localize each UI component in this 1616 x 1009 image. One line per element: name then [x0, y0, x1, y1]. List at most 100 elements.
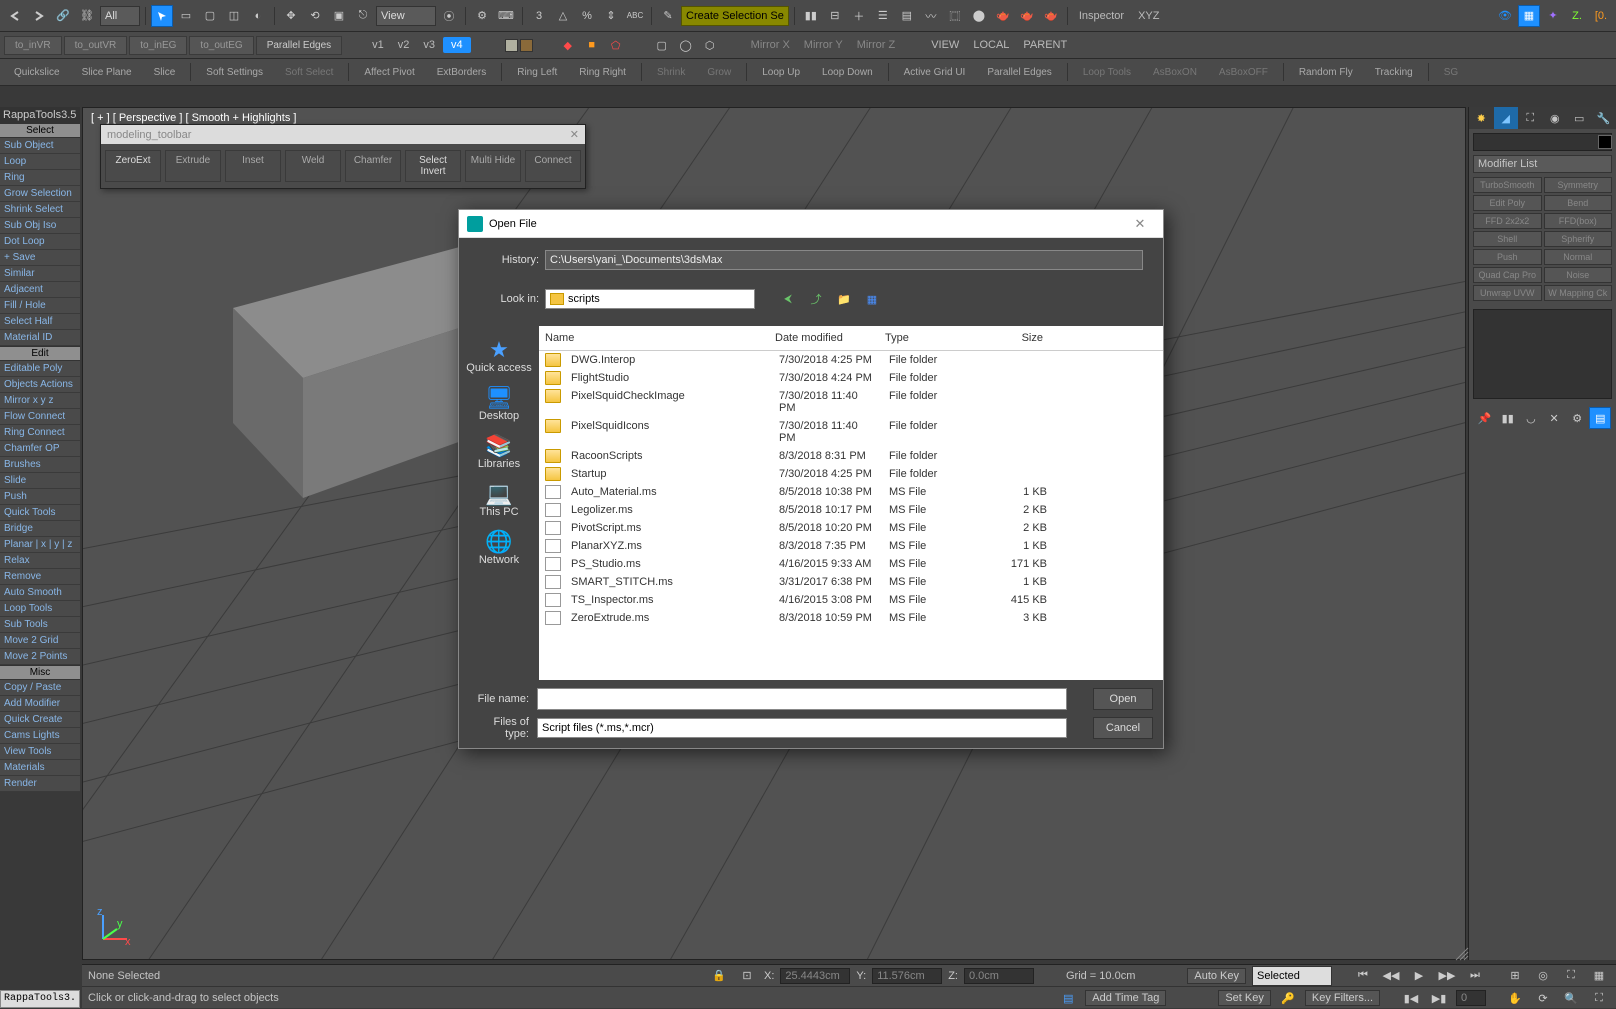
redo-icon[interactable] [28, 5, 50, 27]
material-id-button[interactable]: Material ID [0, 330, 80, 346]
object-name-field[interactable] [1473, 133, 1612, 151]
mirror-z-button[interactable]: Mirror Z [851, 39, 902, 51]
file-row[interactable]: Legolizer.ms8/5/2018 10:17 PMMS File2 KB [539, 501, 1163, 519]
prev-frame-icon[interactable]: ◀◀ [1380, 965, 1402, 987]
cams-lights-button[interactable]: Cams Lights [0, 728, 80, 744]
rappatools-floater[interactable]: RappaTools3. [0, 990, 80, 1008]
col-size[interactable]: Size [979, 330, 1049, 346]
material-editor-icon[interactable]: ⬤ [968, 5, 990, 27]
view-tools-button[interactable]: View Tools [0, 744, 80, 760]
abc-icon[interactable]: ABC [624, 5, 646, 27]
play-icon[interactable]: ▶ [1408, 965, 1430, 987]
history-dropdown[interactable]: C:\Users\yani_\Documents\3dsMax [545, 250, 1143, 270]
make-unique-icon[interactable]: ◡ [1520, 407, 1542, 429]
file-row[interactable]: PlanarXYZ.ms8/3/2018 7:35 PMMS File1 KB [539, 537, 1163, 555]
col-date[interactable]: Date modified [769, 330, 879, 346]
stack-options-icon[interactable]: ▤ [1589, 407, 1611, 429]
chamfer-op-button[interactable]: Chamfer OP [0, 441, 80, 457]
mirror-icon[interactable]: ▮▮ [800, 5, 822, 27]
file-list-header[interactable]: Name Date modified Type Size [539, 326, 1163, 351]
ring-left-button[interactable]: Ring Left [507, 64, 567, 81]
to-outeg-button[interactable]: to_outEG [189, 36, 253, 55]
time-config2-icon[interactable]: ▶▮ [1428, 987, 1450, 1009]
frame-spinner[interactable]: 0 [1456, 990, 1486, 1006]
align-icon[interactable]: ⊟ [824, 5, 846, 27]
mirror-y-button[interactable]: Mirror Y [798, 39, 849, 51]
view-menu-icon[interactable]: ▦ [861, 288, 883, 310]
object-color-swatch[interactable] [1598, 135, 1612, 149]
place-desktop[interactable]: 🖥Desktop [475, 382, 523, 426]
undo-icon[interactable] [4, 5, 26, 27]
affect-pivot-button[interactable]: Affect Pivot [354, 64, 424, 81]
soft-select-button[interactable]: Soft Select [275, 64, 343, 81]
display-tab-icon[interactable]: ▭ [1567, 107, 1592, 129]
z-axis-icon[interactable]: Z. [1566, 5, 1588, 27]
isolate-icon[interactable]: ⊞ [1504, 965, 1526, 987]
color-swatch-brown[interactable] [520, 39, 533, 52]
key-filters-button[interactable]: Key Filters... [1305, 990, 1380, 1006]
local-button[interactable]: LOCAL [967, 39, 1015, 51]
lookin-dropdown[interactable]: scripts [545, 289, 755, 309]
zoom-all-icon[interactable]: ⛶ [1588, 987, 1610, 1009]
mirror-x-y-z-button[interactable]: Mirror x y z [0, 393, 80, 409]
set-key-button[interactable]: Set Key [1218, 990, 1271, 1006]
close-icon[interactable]: ✕ [1125, 216, 1155, 232]
add-modifier-button[interactable]: Add Modifier [0, 696, 80, 712]
modifier-list-dropdown[interactable]: Modifier List [1473, 155, 1612, 173]
filetype-dropdown[interactable]: Script files (*.ms,*.mcr) [537, 718, 1067, 738]
modifier-unwrap-uvw[interactable]: Unwrap UVW [1473, 285, 1542, 301]
editable-poly-button[interactable]: Editable Poly [0, 361, 80, 377]
ring-button[interactable]: Ring [0, 170, 80, 186]
modify-tab-icon[interactable]: ◢ [1494, 107, 1519, 129]
extrude-button[interactable]: Extrude [165, 150, 221, 182]
v2-button[interactable]: v2 [392, 39, 416, 51]
ring-connect-button[interactable]: Ring Connect [0, 425, 80, 441]
modifier-edit-poly[interactable]: Edit Poly [1473, 195, 1542, 211]
place-this-pc[interactable]: 💻This PC [475, 478, 522, 522]
active-grid-ui-button[interactable]: Active Grid UI [894, 64, 976, 81]
remove-modifier-icon[interactable]: ✕ [1543, 407, 1565, 429]
select-by-name-icon[interactable]: ▭ [175, 5, 197, 27]
sub-tools-button[interactable]: Sub Tools [0, 617, 80, 633]
shape-square-icon[interactable]: ■ [581, 34, 603, 56]
loop-down-button[interactable]: Loop Down [812, 64, 883, 81]
section-misc[interactable]: Misc [0, 665, 80, 680]
to-ineg-button[interactable]: to_inEG [129, 36, 187, 55]
quickslice-button[interactable]: Quickslice [4, 64, 70, 81]
dot-loop-button[interactable]: Dot Loop [0, 234, 80, 250]
keyboard-shortcut-icon[interactable]: ⌨ [495, 5, 517, 27]
pin-stack-icon[interactable]: 📌 [1474, 407, 1496, 429]
bridge-button[interactable]: Bridge [0, 521, 80, 537]
file-row[interactable]: PixelSquidIcons7/30/2018 11:40 PMFile fo… [539, 417, 1163, 447]
place-network[interactable]: 🌐Network [475, 526, 523, 570]
inspector-button[interactable]: Inspector [1073, 10, 1130, 22]
select-half-button[interactable]: Select Half [0, 314, 80, 330]
render-setup-icon[interactable]: 🫖 [992, 5, 1014, 27]
modeling-toolbar-window[interactable]: modeling_toolbar ✕ ZeroExtExtrudeInsetWe… [100, 124, 586, 189]
inset-button[interactable]: Inset [225, 150, 281, 182]
modifier-quad-cap-pro[interactable]: Quad Cap Pro [1473, 267, 1542, 283]
create-tab-icon[interactable]: ✸ [1469, 107, 1494, 129]
shape-penta-icon[interactable]: ⬠ [605, 34, 627, 56]
remove-button[interactable]: Remove [0, 569, 80, 585]
manipulate-icon[interactable]: ⚙ [471, 5, 493, 27]
pan-icon[interactable]: ✋ [1504, 987, 1526, 1009]
snap-toggle-icon[interactable]: 3 [528, 5, 550, 27]
x-coord-field[interactable]: 25.4443cm [780, 968, 850, 984]
new-folder-icon[interactable]: 📁 [833, 288, 855, 310]
shape-diamond-icon[interactable]: ◆ [557, 34, 579, 56]
parallel-edges-button[interactable]: Parallel Edges [256, 36, 342, 55]
auto-smooth-button[interactable]: Auto Smooth [0, 585, 80, 601]
file-row[interactable]: ZeroExtrude.ms8/3/2018 10:59 PMMS File3 … [539, 609, 1163, 627]
lock-icon[interactable]: 🔒 [708, 965, 730, 987]
move-2-points-button[interactable]: Move 2 Points [0, 649, 80, 665]
dotted-rect-icon[interactable]: ▢ [651, 34, 673, 56]
window-crossing-icon[interactable]: ◫ [223, 5, 245, 27]
chamfer-button[interactable]: Chamfer [345, 150, 401, 182]
hierarchy-tab-icon[interactable]: ⛶ [1518, 107, 1543, 129]
copy-paste-button[interactable]: Copy / Paste [0, 680, 80, 696]
select-object-icon[interactable] [151, 5, 173, 27]
parallel-edges-button[interactable]: Parallel Edges [977, 64, 1061, 81]
to-invr-button[interactable]: to_inVR [4, 36, 62, 55]
modifier-noise[interactable]: Noise [1544, 267, 1613, 283]
